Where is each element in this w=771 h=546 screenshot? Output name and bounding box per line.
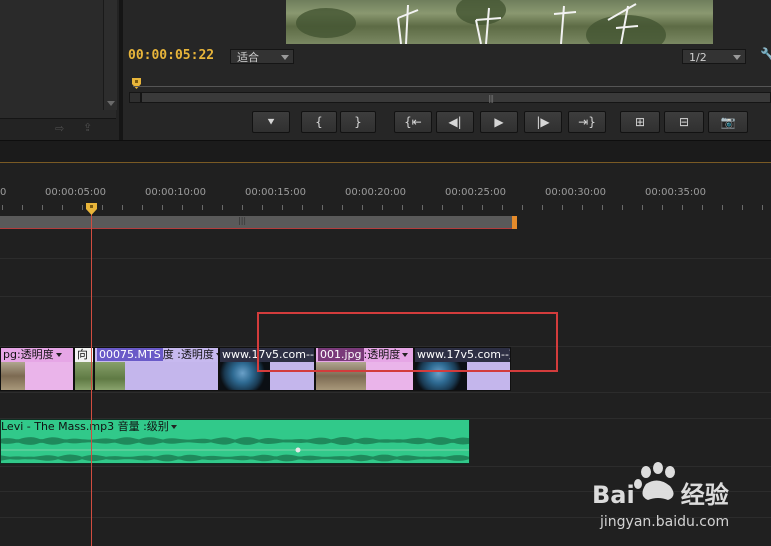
- ruler-tick: [502, 205, 503, 210]
- clip-thumbnail: [95, 362, 125, 390]
- resolution-value: 1/2: [689, 51, 707, 64]
- ruler-label: 0: [0, 187, 7, 198]
- chevron-down-icon[interactable]: [55, 353, 62, 357]
- watermark-brand: Bai 经验: [592, 481, 729, 509]
- ruler-tick: [622, 205, 623, 210]
- chevron-down-icon: [281, 55, 289, 60]
- playback-resolution-select[interactable]: 1/2: [682, 49, 746, 64]
- ruler-tick: [562, 205, 563, 210]
- ruler-tick: [62, 205, 63, 210]
- settings-wrench-icon[interactable]: 🔧: [760, 48, 771, 63]
- work-area-bar[interactable]: |||: [0, 216, 513, 229]
- monitor-playhead-icon[interactable]: [132, 78, 141, 90]
- ruler-tick: [82, 205, 83, 210]
- ruler-label: 00:00:25:00: [445, 187, 507, 198]
- monitor-zoom-left-handle[interactable]: [129, 92, 141, 103]
- ruler-tick: [142, 205, 143, 210]
- clip-thumbnail: [1, 362, 25, 390]
- track-divider: [0, 258, 771, 259]
- project-list[interactable]: [0, 0, 116, 119]
- ruler-tick: [382, 205, 383, 210]
- track-divider: [0, 392, 771, 393]
- ruler-tick: [362, 205, 363, 210]
- ruler-tick: [482, 205, 483, 210]
- ruler-tick: [202, 205, 203, 210]
- ruler-tick: [762, 205, 763, 210]
- add-marker-button[interactable]: ⯆: [252, 111, 290, 133]
- ruler-tick: [582, 205, 583, 210]
- annotation-highlight-box: [257, 312, 558, 372]
- ruler-label: 00:00:10:00: [145, 187, 207, 198]
- step-back-button[interactable]: ◀|: [436, 111, 474, 133]
- ruler-tick: [542, 205, 543, 210]
- ruler-tick: [522, 205, 523, 210]
- ruler-tick: [102, 205, 103, 210]
- play-button[interactable]: ▶: [480, 111, 518, 133]
- new-item-icon[interactable]: ⇪: [83, 121, 92, 134]
- ruler-tick: [642, 205, 643, 210]
- ruler-tick: [42, 205, 43, 210]
- ruler-tick: [722, 205, 723, 210]
- ruler-tick: [122, 205, 123, 210]
- scroll-down-icon[interactable]: [107, 101, 115, 106]
- chevron-down-icon[interactable]: [170, 425, 177, 429]
- ruler-tick: [422, 205, 423, 210]
- program-video-frame: [286, 0, 713, 44]
- ruler-tick: [442, 205, 443, 210]
- clip-00075[interactable]: 00075.MTS 度 :透明度: [94, 347, 219, 391]
- track-divider: [0, 296, 771, 297]
- zoom-fit-select[interactable]: 适合: [230, 49, 294, 64]
- ruler-label: 00:00:20:00: [345, 187, 407, 198]
- ruler-tick: [182, 205, 183, 210]
- ruler-tick: [402, 205, 403, 210]
- mark-in-button[interactable]: {: [301, 111, 337, 133]
- ruler-tick: [742, 205, 743, 210]
- ruler-tick: [322, 205, 323, 210]
- ruler-label: 00:00:35:00: [645, 187, 707, 198]
- clip-jpg-1[interactable]: pg:透明度: [0, 347, 74, 391]
- mark-out-button[interactable]: }: [340, 111, 376, 133]
- ruler-tick: [282, 205, 283, 210]
- panel-separator: [0, 140, 771, 164]
- work-area-end-handle[interactable]: [512, 216, 517, 229]
- go-to-out-button[interactable]: ⇥}: [568, 111, 606, 133]
- project-scrollbar[interactable]: [103, 0, 117, 110]
- monitor-ruler[interactable]: [133, 86, 771, 87]
- ruler-tick: [662, 205, 663, 210]
- ruler-tick: [342, 205, 343, 210]
- ruler-label: 00:00:15:00: [245, 187, 307, 198]
- ruler-tick: [462, 205, 463, 210]
- ruler-tick: [262, 205, 263, 210]
- overwrite-button[interactable]: ⊟: [664, 111, 704, 133]
- monitor-zoom-bar[interactable]: |||: [141, 92, 771, 103]
- ruler-tick: [162, 205, 163, 210]
- insert-button[interactable]: ⊞: [620, 111, 660, 133]
- wind-turbine-image: [397, 3, 639, 44]
- ruler-label: 00:00:05:00: [45, 187, 107, 198]
- step-forward-button[interactable]: |▶: [524, 111, 562, 133]
- playhead-timecode[interactable]: 00:00:05:22: [128, 48, 214, 63]
- audio-clip-header: Levi - The Mass.mp3 音量 :级别: [0, 420, 177, 434]
- go-to-in-button[interactable]: {⇤: [394, 111, 432, 133]
- ruler-tick: [22, 205, 23, 210]
- ruler-tick: [242, 205, 243, 210]
- playhead-line[interactable]: [91, 211, 92, 546]
- ruler-tick: [682, 205, 683, 210]
- timeline-playhead-icon[interactable]: [86, 203, 97, 215]
- watermark-url: jingyan.baidu.com: [600, 514, 730, 530]
- ruler-tick: [2, 205, 3, 210]
- export-frame-button[interactable]: 📷: [708, 111, 748, 133]
- ruler-tick: [222, 205, 223, 210]
- automate-icon[interactable]: ⇨: [55, 122, 64, 135]
- zoom-fit-value: 适合: [237, 51, 259, 64]
- chevron-down-icon: [733, 55, 741, 60]
- ruler-tick: [702, 205, 703, 210]
- ruler-tick: [302, 205, 303, 210]
- ruler-tick: [602, 205, 603, 210]
- ruler-label: 00:00:30:00: [545, 187, 607, 198]
